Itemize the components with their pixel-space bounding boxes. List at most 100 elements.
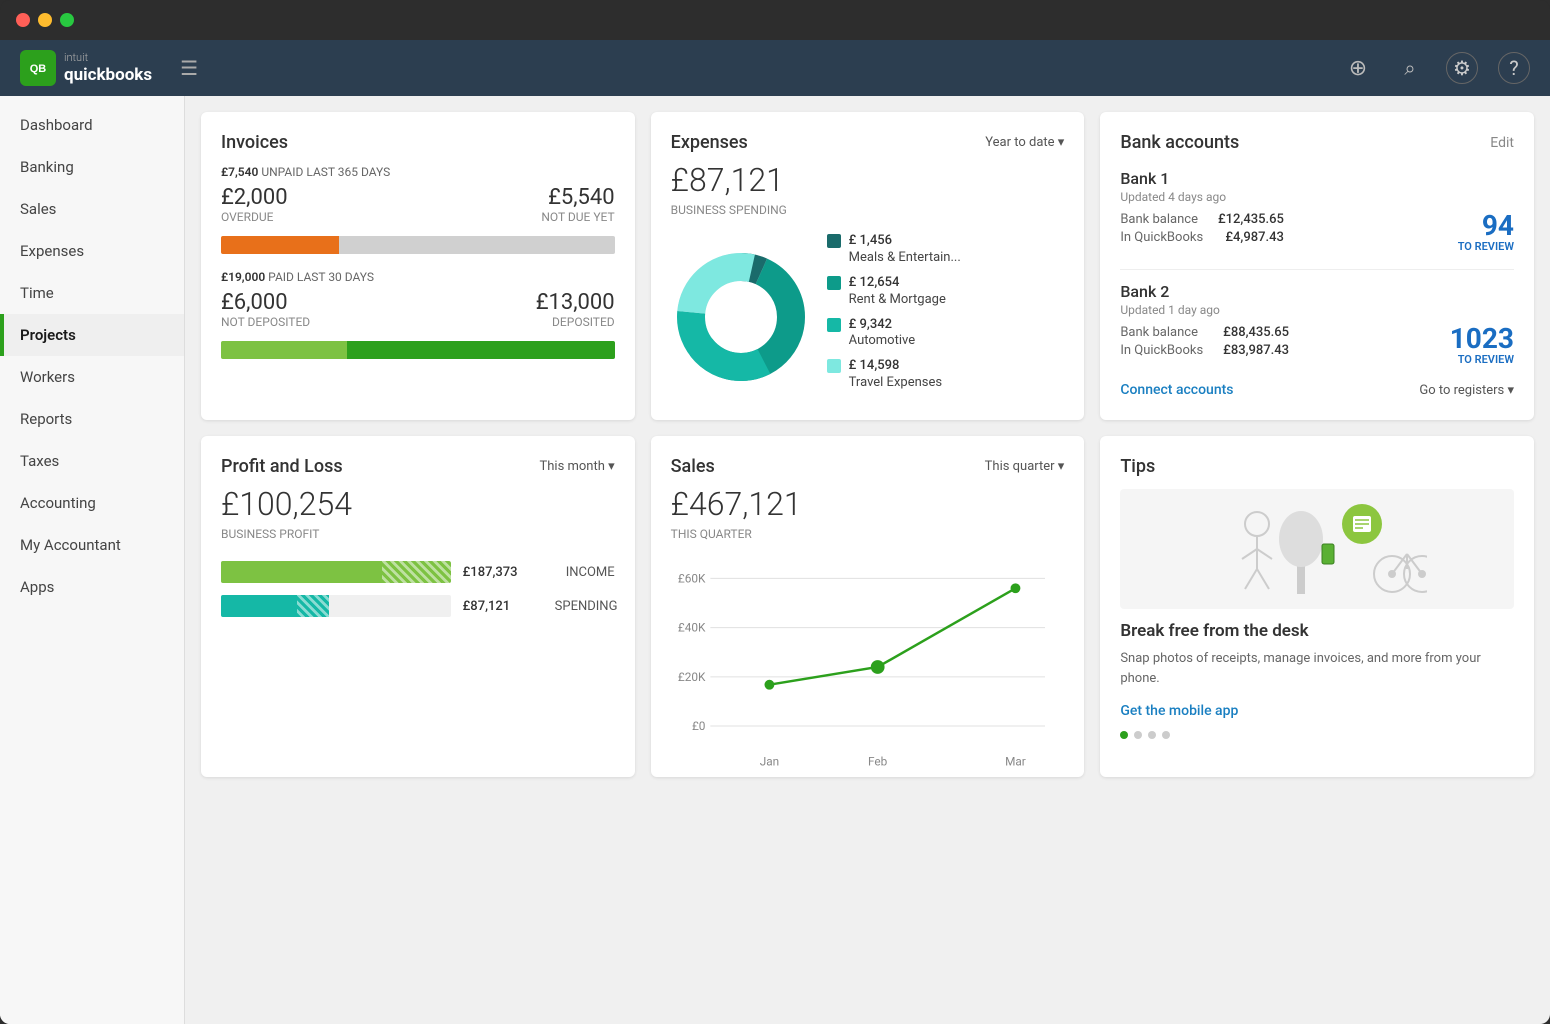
pnl-amount-label: BUSINESS PROFIT [221,527,615,541]
pnl-amount: £100,254 [221,485,615,523]
invoices-unpaid-meta: £7,540 UNPAID LAST 365 DAYS [221,165,615,179]
sidebar-item-time[interactable]: Time [0,272,184,314]
bank2-review-count: 1023 [1450,325,1514,353]
invoices-not-deposited-amount: £6,000 [221,290,310,315]
invoices-title: Invoices [221,132,615,153]
pnl-spending-amount: £87,121 [463,599,543,614]
sales-chart: £60K £40K £20K £0 Jan Feb Mar [671,557,1065,757]
pnl-spending-row: £87,121 SPENDING [221,595,615,617]
connect-accounts-link[interactable]: Connect accounts [1120,382,1233,398]
logo-area: QB intuit quickbooks ☰ [20,50,1342,86]
sidebar-item-reports[interactable]: Reports [0,398,184,440]
invoices-deposited-bar [221,341,615,359]
legend-item-2: £ 9,342 Automotive [827,317,1065,351]
pnl-income-row: £187,373 INCOME [221,561,615,583]
sales-card: Sales This quarter ▾ £467,121 THIS QUART… [651,436,1085,777]
dashboard-content: Invoices £7,540 UNPAID LAST 365 DAYS £2,… [185,96,1550,1024]
svg-text:QB: QB [30,63,47,75]
menu-toggle-button[interactable]: ☰ [180,56,198,80]
sidebar-item-apps[interactable]: Apps [0,566,184,608]
sidebar-item-accounting[interactable]: Accounting [0,482,184,524]
bank1-qb-label: In QuickBooks [1120,230,1203,245]
svg-text:£40K: £40K [678,621,706,635]
sidebar: Dashboard Banking Sales Expenses Time Pr… [0,96,185,1024]
svg-text:Mar: Mar [1005,755,1026,769]
sidebar-item-my-accountant[interactable]: My Accountant [0,524,184,566]
legend-item-0: £ 1,456 Meals & Entertain... [827,233,1065,267]
sales-title: Sales [671,456,715,477]
legend-item-1: £ 12,654 Rent & Mortgage [827,275,1065,309]
header-actions: ⊕ ⌕ ⚙ ? [1342,52,1530,84]
tips-tip-desc: Snap photos of receipts, manage invoices… [1120,649,1514,688]
sales-period-selector[interactable]: This quarter ▾ [985,459,1065,474]
bank1-review-count: 94 [1458,212,1514,240]
go-to-registers-link[interactable]: Go to registers ▾ [1419,383,1514,398]
invoices-not-due-amount: £5,540 [541,185,614,210]
help-button[interactable]: ? [1498,52,1530,84]
pnl-title: Profit and Loss [221,456,343,477]
svg-text:£0: £0 [692,719,706,733]
maximize-button[interactable] [60,13,74,27]
invoices-deposited-label: DEPOSITED [536,315,615,329]
sidebar-item-projects[interactable]: Projects [0,314,184,356]
bank1-name: Bank 1 [1120,169,1514,188]
svg-text:£60K: £60K [678,571,706,585]
search-button[interactable]: ⌕ [1394,52,1426,84]
sidebar-item-taxes[interactable]: Taxes [0,440,184,482]
tips-pagination-dots [1120,731,1514,739]
main-content: Dashboard Banking Sales Expenses Time Pr… [0,96,1550,1024]
expenses-legend: £ 1,456 Meals & Entertain... £ 12,654 Re… [827,233,1065,400]
quickbooks-logo: QB [20,50,56,86]
tips-dot-4[interactable] [1162,731,1170,739]
get-mobile-app-link[interactable]: Get the mobile app [1120,703,1238,719]
bank-accounts-card: Bank accounts Edit Bank 1 Updated 4 days… [1100,112,1534,420]
bank2-qb-label: In QuickBooks [1120,343,1203,358]
bank2-qb-value: £83,987.43 [1223,343,1289,358]
bank1-balance-value: £12,435.65 [1218,212,1284,227]
svg-text:Feb: Feb [868,755,888,769]
legend-item-3: £ 14,598 Travel Expenses [827,358,1065,392]
tips-illustration [1120,489,1514,609]
sales-total-amount: £467,121 [671,485,1065,523]
bank-edit-link[interactable]: Edit [1490,135,1514,151]
sales-total-label: THIS QUARTER [671,527,1065,541]
sidebar-item-workers[interactable]: Workers [0,356,184,398]
sidebar-item-dashboard[interactable]: Dashboard [0,104,184,146]
invoices-not-due-label: NOT DUE YET [541,210,614,224]
sidebar-item-banking[interactable]: Banking [0,146,184,188]
tips-dot-2[interactable] [1134,731,1142,739]
sidebar-item-sales[interactable]: Sales [0,188,184,230]
pnl-income-amount: £187,373 [463,565,543,580]
expenses-donut-chart [671,247,811,387]
pnl-period-selector[interactable]: This month ▾ [539,459,614,474]
bank-accounts-title: Bank accounts [1120,132,1239,153]
sidebar-item-expenses[interactable]: Expenses [0,230,184,272]
close-button[interactable] [16,13,30,27]
add-button[interactable]: ⊕ [1342,52,1374,84]
expenses-card: Expenses Year to date ▾ £87,121 BUSINESS… [651,112,1085,420]
bank1-section: Bank 1 Updated 4 days ago Bank balance £… [1120,169,1514,253]
minimize-button[interactable] [38,13,52,27]
invoices-paid-meta: £19,000 PAID LAST 30 DAYS [221,270,615,284]
invoices-overdue-amount: £2,000 [221,185,288,210]
tips-dot-3[interactable] [1148,731,1156,739]
svg-text:£20K: £20K [678,670,706,684]
expenses-total-label: BUSINESS SPENDING [671,203,1065,217]
bank2-balance-value: £88,435.65 [1223,325,1289,340]
bank1-updated: Updated 4 days ago [1120,190,1514,204]
logo-text: intuit quickbooks [64,51,152,85]
invoices-card: Invoices £7,540 UNPAID LAST 365 DAYS £2,… [201,112,635,420]
bank2-review-badge[interactable]: 1023 TO REVIEW [1450,325,1514,366]
pnl-spending-label: SPENDING [555,599,615,614]
tips-dot-1[interactable] [1120,731,1128,739]
bank1-balance-label: Bank balance [1120,212,1198,227]
bank1-review-badge[interactable]: 94 TO REVIEW [1458,212,1514,253]
tips-tip-title: Break free from the desk [1120,621,1514,641]
pnl-income-label: INCOME [555,565,615,580]
bank2-balance-label: Bank balance [1120,325,1198,340]
expenses-total-amount: £87,121 [671,161,1065,199]
settings-button[interactable]: ⚙ [1446,52,1478,84]
profit-loss-card: Profit and Loss This month ▾ £100,254 BU… [201,436,635,777]
app-header: QB intuit quickbooks ☰ ⊕ ⌕ ⚙ ? [0,40,1550,96]
expenses-period-selector[interactable]: Year to date ▾ [985,135,1064,150]
